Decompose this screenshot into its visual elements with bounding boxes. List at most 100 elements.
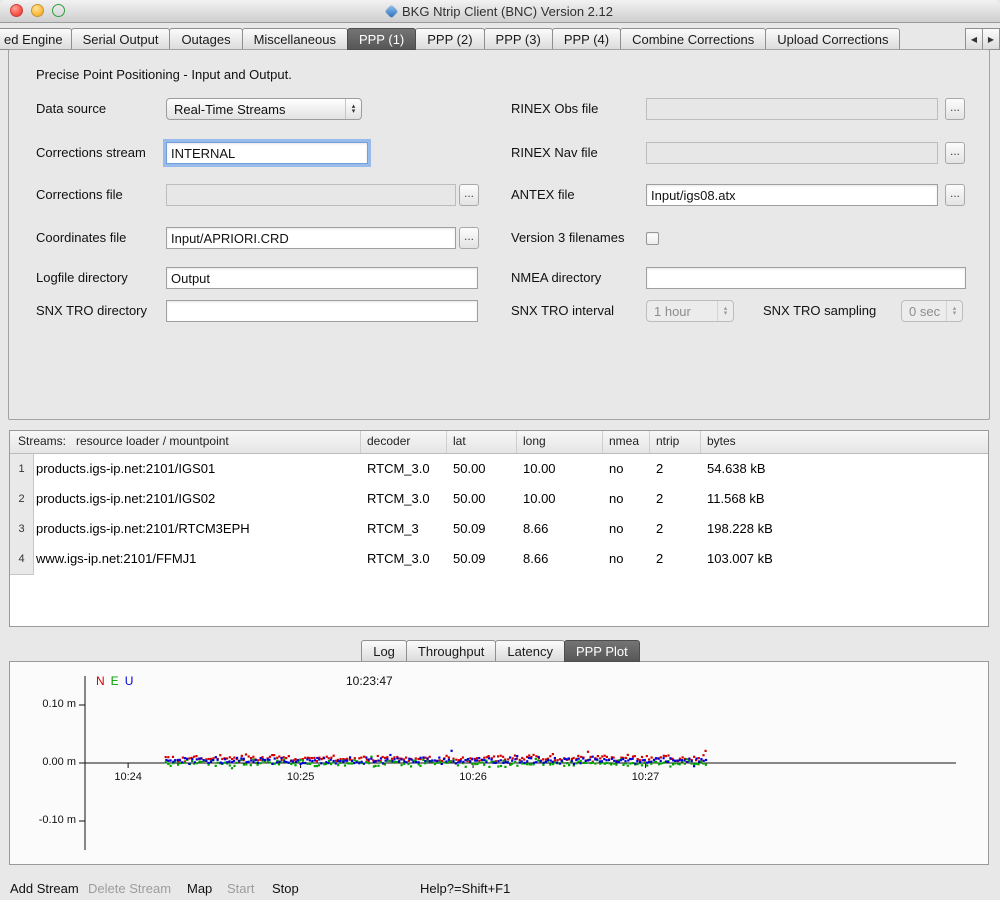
antex-file-input[interactable] xyxy=(646,184,938,206)
x-tick-label: 10:27 xyxy=(626,771,666,783)
panel-heading: Precise Point Positioning - Input and Ou… xyxy=(36,67,292,82)
table-row[interactable]: 1 products.igs-ip.net:2101/IGS01 RTCM_3.… xyxy=(10,454,988,484)
window-title-text: BKG Ntrip Client (BNC) Version 2.12 xyxy=(402,4,613,19)
rinex-obs-browse-button[interactable]: ... xyxy=(945,98,965,120)
column-header-nmea[interactable]: nmea xyxy=(603,431,650,453)
down-arrow-icon: ▾ xyxy=(724,311,728,316)
rinex-obs-label: RINEX Obs file xyxy=(511,98,598,120)
window-title: BKG Ntrip Client (BNC) Version 2.12 xyxy=(387,4,613,19)
minimize-window-button[interactable] xyxy=(31,4,44,17)
cell-ntrip: 2 xyxy=(650,454,701,485)
ppp-plot-canvas xyxy=(10,662,988,864)
table-row[interactable]: 2 products.igs-ip.net:2101/IGS02 RTCM_3.… xyxy=(10,484,988,514)
data-source-label: Data source xyxy=(36,98,106,120)
tab-scroll-left-icon[interactable]: ◀ xyxy=(965,28,983,50)
coordinates-file-input[interactable] xyxy=(166,227,456,249)
column-header-bytes[interactable]: bytes xyxy=(701,431,988,453)
data-source-combobox[interactable]: Real-Time Streams ▴▾ xyxy=(166,98,362,120)
table-row[interactable]: 4 www.igs-ip.net:2101/FFMJ1 RTCM_3.0 50.… xyxy=(10,544,988,574)
column-header-long[interactable]: long xyxy=(517,431,603,453)
down-arrow-icon: ▾ xyxy=(352,109,356,114)
corrections-file-browse-button[interactable]: ... xyxy=(459,184,479,206)
antex-file-browse-button[interactable]: ... xyxy=(945,184,965,206)
column-header-ntrip[interactable]: ntrip xyxy=(650,431,701,453)
row-number[interactable]: 1 xyxy=(10,454,34,485)
corrections-file-label: Corrections file xyxy=(36,184,123,206)
cell-long: 8.66 xyxy=(517,544,603,575)
help-button[interactable]: Help?=Shift+F1 xyxy=(420,880,510,897)
row-number[interactable]: 4 xyxy=(10,544,34,575)
logfile-directory-label: Logfile directory xyxy=(36,267,128,289)
cell-long: 8.66 xyxy=(517,514,603,545)
window-titlebar[interactable]: BKG Ntrip Client (BNC) Version 2.12 xyxy=(0,0,1000,23)
bottom-tabbar: Log Throughput Latency PPP Plot xyxy=(0,639,1000,662)
spinner-arrows-icon: ▴▾ xyxy=(946,301,962,321)
tab-ppp-plot[interactable]: PPP Plot xyxy=(564,640,640,662)
cell-decoder: RTCM_3.0 xyxy=(361,454,447,485)
start-button: Start xyxy=(227,880,254,897)
cell-decoder: RTCM_3.0 xyxy=(361,484,447,515)
tab-latency[interactable]: Latency xyxy=(495,640,565,662)
snx-tro-directory-input[interactable] xyxy=(166,300,478,322)
app-icon xyxy=(385,5,398,18)
corrections-file-input xyxy=(166,184,456,206)
cell-mountpoint: www.igs-ip.net:2101/FFMJ1 xyxy=(34,544,361,575)
tab-ppp-4[interactable]: PPP (4) xyxy=(552,28,621,50)
version3-checkbox[interactable] xyxy=(646,232,659,245)
tab-upload-corrections[interactable]: Upload Corrections xyxy=(765,28,900,50)
tab-ppp-1[interactable]: PPP (1) xyxy=(347,28,416,50)
tab-ppp-2[interactable]: PPP (2) xyxy=(415,28,484,50)
streams-table: Streams: resource loader / mountpoint de… xyxy=(9,430,989,627)
y-tick-label: 0.00 m xyxy=(22,756,76,768)
combobox-arrows-icon: ▴▾ xyxy=(717,301,733,321)
map-button[interactable]: Map xyxy=(187,880,212,897)
legend-U: U xyxy=(125,674,134,688)
logfile-directory-input[interactable] xyxy=(166,267,478,289)
streams-table-header: Streams: resource loader / mountpoint de… xyxy=(10,431,988,454)
cell-bytes: 103.007 kB xyxy=(701,544,988,575)
tab-outages[interactable]: Outages xyxy=(169,28,242,50)
column-header-mountpoint[interactable]: Streams: resource loader / mountpoint xyxy=(10,431,361,453)
cell-ntrip: 2 xyxy=(650,484,701,515)
table-row[interactable]: 3 products.igs-ip.net:2101/RTCM3EPH RTCM… xyxy=(10,514,988,544)
snx-tro-directory-label: SNX TRO directory xyxy=(36,300,147,322)
rinex-nav-browse-button[interactable]: ... xyxy=(945,142,965,164)
rinex-nav-label: RINEX Nav file xyxy=(511,142,598,164)
cell-long: 10.00 xyxy=(517,484,603,515)
cell-mountpoint: products.igs-ip.net:2101/RTCM3EPH xyxy=(34,514,361,545)
tab-scroll-right-icon[interactable]: ▶ xyxy=(982,28,1000,50)
plot-legend: NEU xyxy=(96,674,139,688)
cell-nmea: no xyxy=(603,514,650,545)
nmea-directory-input[interactable] xyxy=(646,267,966,289)
corrections-stream-input[interactable] xyxy=(166,142,368,164)
tab-miscellaneous[interactable]: Miscellaneous xyxy=(242,28,348,50)
tab-serial-output[interactable]: Serial Output xyxy=(71,28,171,50)
stop-button[interactable]: Stop xyxy=(272,880,299,897)
add-stream-button[interactable]: Add Stream xyxy=(10,880,79,897)
snx-tro-interval-combobox: 1 hour ▴▾ xyxy=(646,300,734,322)
cell-bytes: 198.228 kB xyxy=(701,514,988,545)
column-header-decoder[interactable]: decoder xyxy=(361,431,447,453)
tab-scrollers: ◀ ▶ xyxy=(966,28,1000,50)
tab-ppp-3[interactable]: PPP (3) xyxy=(484,28,553,50)
column-header-lat[interactable]: lat xyxy=(447,431,517,453)
cell-nmea: no xyxy=(603,484,650,515)
row-number[interactable]: 2 xyxy=(10,484,34,515)
combobox-arrows-icon: ▴▾ xyxy=(345,99,361,119)
cell-ntrip: 2 xyxy=(650,514,701,545)
tab-log[interactable]: Log xyxy=(361,640,407,662)
ppp1-panel: Precise Point Positioning - Input and Ou… xyxy=(8,49,990,420)
cell-decoder: RTCM_3 xyxy=(361,514,447,545)
row-number[interactable]: 3 xyxy=(10,514,34,545)
ppp-plot-panel: NEU 10:23:47 0.10 m0.00 m-0.10 m10:2410:… xyxy=(9,661,989,865)
cell-decoder: RTCM_3.0 xyxy=(361,544,447,575)
tab-throughput[interactable]: Throughput xyxy=(406,640,497,662)
tab-feed-engine[interactable]: ed Engine xyxy=(0,28,72,50)
legend-E: E xyxy=(111,674,119,688)
snx-tro-sampling-spinbox: 0 sec ▴▾ xyxy=(901,300,963,322)
tab-combine-corrections[interactable]: Combine Corrections xyxy=(620,28,766,50)
coordinates-file-browse-button[interactable]: ... xyxy=(459,227,479,249)
down-arrow-icon: ▾ xyxy=(953,311,957,316)
close-window-button[interactable] xyxy=(10,4,23,17)
zoom-window-button[interactable] xyxy=(52,4,65,17)
